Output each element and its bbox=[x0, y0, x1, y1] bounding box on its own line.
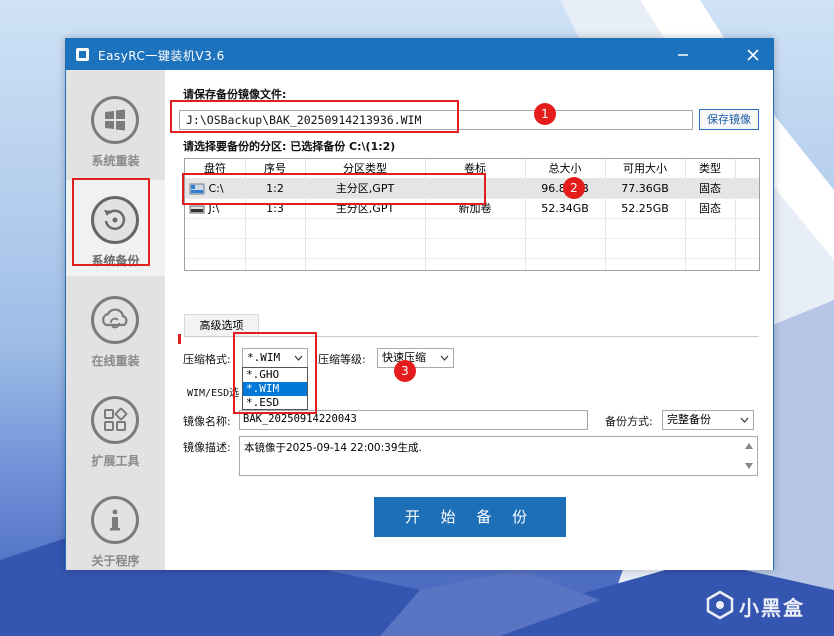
image-name-label: 镜像名称: bbox=[183, 415, 231, 428]
sidebar-item-label: 系统重装 bbox=[91, 154, 140, 168]
minimize-button[interactable] bbox=[670, 42, 696, 67]
cloud-sync-icon bbox=[91, 296, 139, 344]
chevron-down-icon bbox=[740, 417, 749, 423]
watermark-text: 小黑盒 bbox=[739, 596, 805, 620]
sidebar-item-label: 关于程序 bbox=[91, 554, 140, 568]
compress-level-label: 压缩等级: bbox=[318, 353, 366, 366]
watermark-logo-icon bbox=[706, 590, 734, 620]
sidebar-item-tools[interactable]: 扩展工具 bbox=[66, 380, 165, 476]
col-header-kind[interactable]: 类型 bbox=[685, 159, 735, 178]
info-icon bbox=[91, 496, 139, 544]
tools-icon bbox=[91, 396, 139, 444]
wim-esd-options-label: WIM/ESD选 bbox=[187, 388, 240, 399]
backup-mode-label: 备份方式: bbox=[605, 415, 653, 428]
annotation-box-2 bbox=[182, 173, 486, 205]
backup-mode-value: 完整备份 bbox=[667, 413, 711, 426]
windows-icon bbox=[91, 96, 139, 144]
image-desc-text: 本镜像于2025-09-14 22:00:39生成. bbox=[244, 442, 422, 454]
cell-kind: 固态 bbox=[699, 182, 721, 195]
compress-format-label: 压缩格式: bbox=[183, 353, 231, 366]
sidebar-item-online[interactable]: 在线重装 bbox=[66, 280, 165, 376]
cell-free: 52.25GB bbox=[621, 202, 669, 215]
col-header-total[interactable]: 总大小 bbox=[525, 159, 605, 178]
sidebar-item-about[interactable]: 关于程序 bbox=[66, 480, 165, 576]
backup-mode-select[interactable]: 完整备份 bbox=[662, 410, 754, 430]
cell-free: 77.36GB bbox=[621, 182, 669, 195]
annotation-badge-1: 1 bbox=[534, 103, 556, 125]
close-icon bbox=[747, 49, 759, 61]
image-desc-label: 镜像描述: bbox=[183, 441, 231, 454]
save-image-button[interactable]: 保存镜像 bbox=[699, 109, 759, 130]
annotation-box-sidebar bbox=[72, 178, 150, 266]
annotation-box-3 bbox=[233, 332, 317, 414]
easyrc-window: EasyRC一键装机V3.6 系统重装 系统备份 在线重装 扩展工具 关于程序 … bbox=[65, 38, 774, 570]
minimize-icon bbox=[678, 54, 688, 56]
annotation-mark bbox=[178, 334, 181, 344]
annotation-badge-3: 3 bbox=[394, 360, 416, 382]
compress-level-select[interactable]: 快速压缩 bbox=[377, 348, 454, 368]
cell-total: 52.34GB bbox=[541, 202, 589, 215]
sidebar: 系统重装 系统备份 在线重装 扩展工具 关于程序 bbox=[66, 70, 165, 570]
start-backup-button[interactable]: 开 始 备 份 bbox=[374, 497, 566, 537]
cell-kind: 固态 bbox=[699, 202, 721, 215]
image-desc-textarea[interactable]: 本镜像于2025-09-14 22:00:39生成. bbox=[239, 436, 758, 476]
watermark: 小黑盒 bbox=[703, 588, 823, 622]
scroll-down-icon[interactable] bbox=[744, 461, 754, 471]
sidebar-item-label: 在线重装 bbox=[91, 354, 140, 368]
window-title: EasyRC一键装机V3.6 bbox=[98, 49, 225, 63]
partition-label: 请选择要备份的分区: 已选择备份 C:\(1:2) bbox=[183, 140, 396, 153]
scroll-up-icon[interactable] bbox=[744, 441, 754, 451]
sidebar-item-reinstall[interactable]: 系统重装 bbox=[66, 80, 165, 176]
annotation-box-1 bbox=[170, 100, 459, 133]
app-logo-icon bbox=[76, 48, 89, 61]
main-panel: 请保存备份镜像文件: J:\OSBackup\BAK_2025091421393… bbox=[165, 70, 773, 570]
annotation-badge-2: 2 bbox=[563, 177, 585, 199]
title-bar: EasyRC一键装机V3.6 bbox=[66, 39, 773, 70]
sidebar-item-label: 扩展工具 bbox=[91, 454, 140, 468]
chevron-down-icon bbox=[440, 355, 449, 361]
col-header-free[interactable]: 可用大小 bbox=[605, 159, 685, 178]
close-button[interactable] bbox=[740, 42, 766, 67]
